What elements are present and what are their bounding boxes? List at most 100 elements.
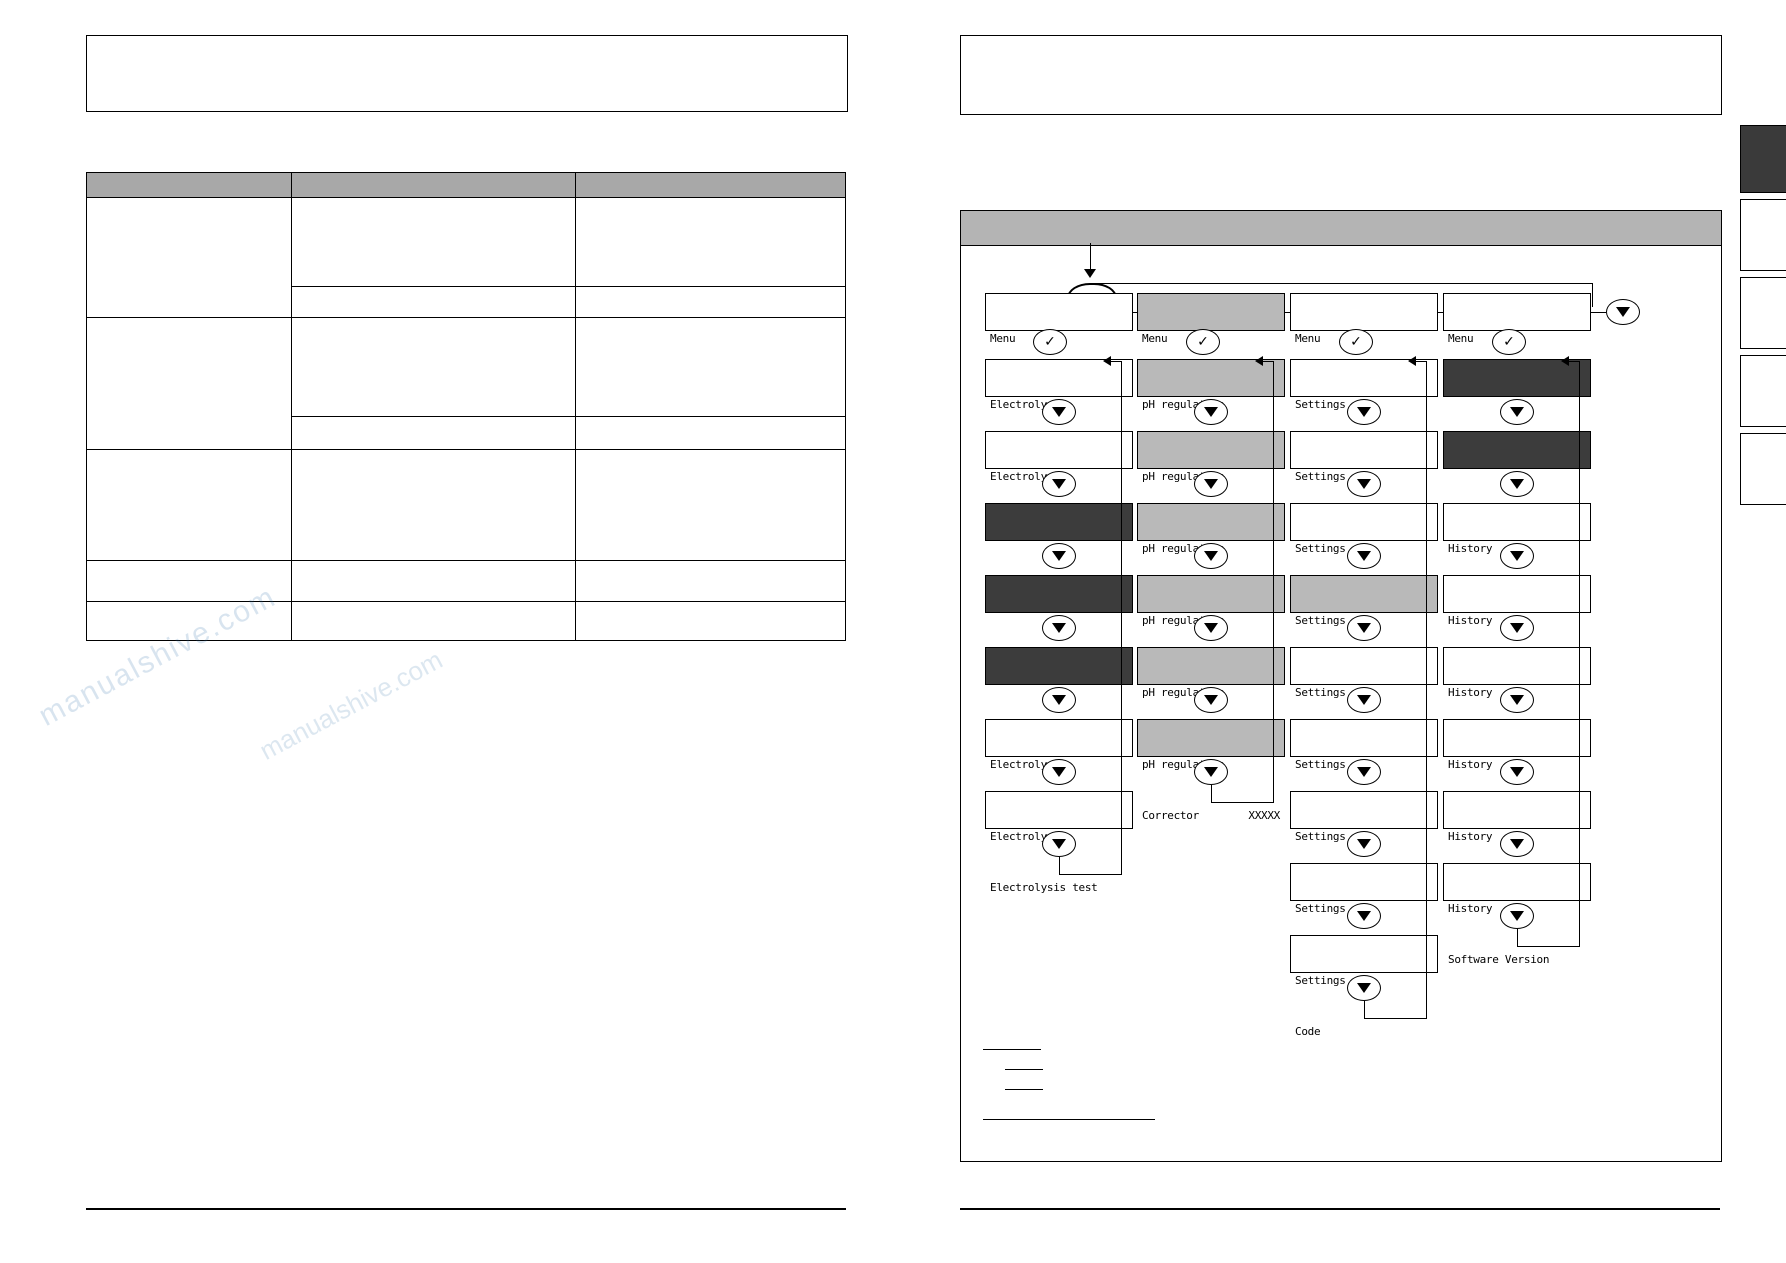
down-button-2-6[interactable] [1194, 759, 1228, 785]
down-button-4-5[interactable] [1500, 687, 1534, 713]
table-header-cell [575, 172, 846, 198]
down-button-3-8[interactable] [1347, 903, 1381, 929]
lcd-menu-electrolysis[interactable]: Menu Electrolysis [985, 293, 1133, 396]
triangle-down-icon [1204, 551, 1218, 561]
lcd-electrolysis-test[interactable]: Electrolysis Electrolysis test [985, 791, 1133, 894]
lcd-ph-mode[interactable]: pH regulation ModeXXX [1137, 431, 1285, 534]
tab-2[interactable] [1740, 199, 1786, 271]
lcd-settings-salt-calibration[interactable]: Settings Salt calibration [1290, 791, 1438, 894]
down-button-2-1[interactable] [1194, 399, 1228, 425]
down-button-3-3[interactable] [1347, 543, 1381, 569]
table-row [86, 601, 846, 641]
loop-line [1579, 361, 1580, 947]
loop-line [1517, 946, 1579, 947]
check-icon: ✓ [1197, 334, 1209, 350]
triangle-down-icon [1510, 911, 1524, 921]
down-button-1-7[interactable] [1042, 831, 1076, 857]
lcd-settings-volume[interactable]: Settings VolumeXXX m³ [1290, 575, 1438, 678]
loop-line [1364, 1018, 1426, 1019]
down-button-4-2[interactable] [1500, 471, 1534, 497]
down-button-3-5[interactable] [1347, 687, 1381, 713]
tab-3[interactable] [1740, 277, 1786, 349]
lcd-history-electrolysis-d1[interactable]: History Electrolysis D-1 [1443, 575, 1591, 678]
loop-line [1059, 857, 1060, 875]
tab-1[interactable] [1740, 125, 1786, 193]
down-button-4-1[interactable] [1500, 399, 1534, 425]
triangle-down-icon [1510, 623, 1524, 633]
validate-button-col4[interactable]: ✓ [1492, 329, 1526, 355]
lcd-electrolysis-set-orp-value[interactable]: Electrolysis Set ORP valueXXX [985, 575, 1133, 678]
triangle-down-icon [1052, 407, 1066, 417]
down-button-1-1[interactable] [1042, 399, 1076, 425]
lcd-settings-language[interactable]: Settings LanguageEN [1290, 503, 1438, 606]
down-button-1-4[interactable] [1042, 615, 1076, 641]
legend-rule-3 [1005, 1089, 1043, 1090]
lcd-electrolysis-reversal[interactable]: Electrolysis ReversalXX h [985, 719, 1133, 822]
lcd-history-filtration-d1[interactable]: History Filtration D-1 [1443, 503, 1591, 606]
down-button-col4-top[interactable] [1606, 299, 1640, 325]
lcd-ph-set-value[interactable]: pH regulation Set valueX.X [1137, 647, 1285, 750]
lcd-ph-calibration-2[interactable]: pH regulation Calibration [1137, 575, 1285, 678]
lcd-settings-reset[interactable]: Settings Reset [1290, 863, 1438, 966]
lcd-menu-ph-regulation[interactable]: Menu pH regulation [1137, 293, 1285, 396]
down-button-4-6[interactable] [1500, 759, 1534, 785]
down-button-4-7[interactable] [1500, 831, 1534, 857]
table-row [86, 560, 846, 602]
down-button-3-9[interactable] [1347, 975, 1381, 1001]
lcd-electrolysis-prod-orp[interactable]: Electrolysis Prod. ORPXXX % [985, 647, 1133, 750]
down-button-4-3[interactable] [1500, 543, 1534, 569]
lcd-ph-calibration-1[interactable]: pH regulation Calibration. [1137, 503, 1285, 606]
table-cell [290, 560, 577, 602]
down-button-4-8[interactable] [1500, 903, 1534, 929]
lcd-menu-settings[interactable]: Menu Settings [1290, 293, 1438, 396]
down-button-1-5[interactable] [1042, 687, 1076, 713]
lcd-history-cell-life[interactable]: History Cell life [1443, 791, 1591, 894]
table-row [86, 197, 846, 318]
table-header-cell [86, 172, 292, 198]
triangle-down-icon [1357, 767, 1371, 777]
left-parameter-table [86, 172, 846, 641]
loop-line [1263, 361, 1273, 362]
tab-4[interactable] [1740, 355, 1786, 427]
down-button-1-3[interactable] [1042, 543, 1076, 569]
down-button-3-6[interactable] [1347, 759, 1381, 785]
menu-entry-arrow-icon [1084, 269, 1096, 278]
loop-line [1517, 929, 1518, 947]
down-button-3-7[interactable] [1347, 831, 1381, 857]
down-button-1-6[interactable] [1042, 759, 1076, 785]
lcd-settings-code[interactable]: Settings Code [1290, 935, 1438, 1038]
down-button-2-2[interactable] [1194, 471, 1228, 497]
validate-button-col3[interactable]: ✓ [1339, 329, 1373, 355]
lcd-ph-corrector[interactable]: pH regulation Corrector XXXXX [1137, 719, 1285, 822]
lcd-history-last-calib-orp[interactable]: History Last calib. ORP [1443, 431, 1591, 534]
triangle-down-icon [1357, 839, 1371, 849]
lcd-settings-sensors[interactable]: Settings Sensors [1290, 647, 1438, 750]
check-icon: ✓ [1350, 334, 1362, 350]
document-page: manualshive.com manualshive.com MENU Men… [0, 0, 1786, 1263]
lcd-history-temp-d1[interactable]: History Temp. D-1 [1443, 719, 1591, 822]
down-button-2-4[interactable] [1194, 615, 1228, 641]
validate-button-col2[interactable]: ✓ [1186, 329, 1220, 355]
legend-rule-2 [1005, 1069, 1043, 1070]
triangle-down-icon [1052, 767, 1066, 777]
lcd-electrolysis-orp-calibration[interactable]: Electrolysis ORP calibration [985, 503, 1133, 606]
triangle-down-icon [1510, 695, 1524, 705]
down-button-1-2[interactable] [1042, 471, 1076, 497]
down-button-2-3[interactable] [1194, 543, 1228, 569]
loop-line [1364, 1001, 1365, 1019]
lcd-history-electrolysis[interactable]: History Electrolysis [1443, 647, 1591, 750]
tab-5[interactable] [1740, 433, 1786, 505]
lcd-electrolysis-mode[interactable]: Electrolysis ModeXXX [985, 431, 1133, 534]
lcd-history-software-version[interactable]: History Software Version [1443, 863, 1591, 966]
lcd-settings-hour[interactable]: Settings HourXX:XX [1290, 431, 1438, 534]
table-cell [86, 317, 292, 450]
down-button-2-5[interactable] [1194, 687, 1228, 713]
lcd-settings-temp-calibration[interactable]: Settings Temp. calibration [1290, 719, 1438, 822]
down-button-4-4[interactable] [1500, 615, 1534, 641]
table-cell [290, 416, 577, 450]
down-button-3-2[interactable] [1347, 471, 1381, 497]
down-button-3-1[interactable] [1347, 399, 1381, 425]
down-button-3-4[interactable] [1347, 615, 1381, 641]
lcd-menu-history[interactable]: Menu History [1443, 293, 1591, 396]
validate-button-col1[interactable]: ✓ [1033, 329, 1067, 355]
